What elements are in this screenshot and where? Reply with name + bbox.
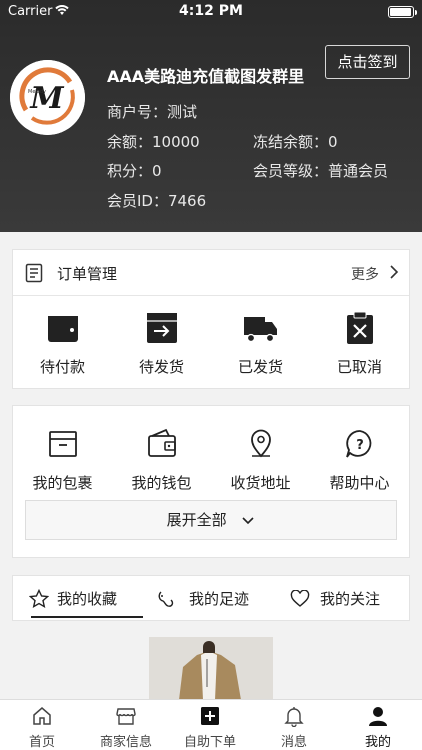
- bell-icon: [284, 707, 304, 728]
- more-link[interactable]: 更多: [351, 264, 379, 284]
- order-pending-shipment[interactable]: 待发货: [112, 310, 211, 377]
- home-icon: [33, 707, 51, 725]
- product-thumbnail[interactable]: [149, 637, 273, 700]
- member-id: 会员ID：7466: [107, 192, 207, 210]
- store-icon: [116, 708, 136, 725]
- orders-card: 订单管理 更多 待付款 待发货 已发货 已取消: [12, 249, 410, 389]
- order-label: 待付款: [39, 358, 85, 376]
- services-card: 我的包裹 我的钱包 收货地址 ? 帮助中心 展开全部: [12, 405, 410, 558]
- service-help-center[interactable]: ? 帮助中心: [310, 426, 409, 493]
- active-tab-indicator: [31, 616, 143, 618]
- tab-self-order[interactable]: 自助下单: [168, 700, 252, 750]
- order-cancelled[interactable]: 已取消: [310, 310, 409, 377]
- chevron-down-icon: [241, 502, 255, 540]
- help-icon: ?: [342, 426, 378, 462]
- battery-icon: [388, 6, 417, 18]
- box-arrow-icon: [144, 310, 180, 346]
- service-my-packages[interactable]: 我的包裹: [13, 426, 112, 493]
- frozen-balance: 冻结余额：0: [253, 133, 338, 151]
- merchant-number: 商户号：测试: [107, 103, 198, 121]
- svg-text:Melody: Melody: [28, 89, 46, 95]
- tab-my-footprints[interactable]: 我的足迹: [189, 588, 249, 609]
- tab-mine[interactable]: 我的: [336, 700, 420, 750]
- tab-label: 首页: [28, 735, 55, 750]
- service-label: 收货地址: [230, 474, 291, 492]
- tab-label: 消息: [280, 735, 307, 750]
- expand-all-label: 展开全部: [166, 511, 227, 529]
- svg-text:M: M: [29, 81, 64, 116]
- order-label: 已发货: [237, 358, 283, 376]
- cancelled-clipboard-icon: [342, 310, 378, 346]
- service-my-wallet[interactable]: 我的钱包: [112, 426, 211, 493]
- tab-home[interactable]: 首页: [0, 700, 84, 750]
- tab-label: 商家信息: [99, 735, 152, 750]
- order-list-icon: [25, 263, 43, 287]
- user-icon: [369, 707, 387, 726]
- orders-header[interactable]: 订单管理 更多: [13, 250, 409, 296]
- balance: 余额：10000: [107, 133, 200, 151]
- tab-label: 自助下单: [183, 735, 236, 750]
- service-label: 帮助中心: [329, 474, 390, 492]
- avatar[interactable]: M Melody: [10, 60, 85, 135]
- purse-icon: [144, 426, 180, 462]
- tab-my-favorites[interactable]: 我的收藏: [57, 588, 117, 609]
- order-label: 已取消: [336, 358, 382, 376]
- tab-label: 我的: [364, 735, 391, 750]
- tab-merchant-info[interactable]: 商家信息: [84, 700, 168, 750]
- shop-name: AAA美路迪充值截图发群里: [107, 67, 305, 86]
- order-label: 待发货: [138, 358, 184, 376]
- collections-tabs: 我的收藏 我的足迹 我的关注: [12, 575, 410, 621]
- service-label: 我的包裹: [32, 474, 93, 492]
- bottom-tab-bar: 首页 商家信息 自助下单 消息 我的: [0, 699, 422, 750]
- tab-messages[interactable]: 消息: [252, 700, 336, 750]
- tab-my-follows[interactable]: 我的关注: [320, 588, 380, 609]
- heart-icon: [290, 589, 310, 612]
- points: 积分：0: [107, 162, 162, 180]
- truck-icon: [243, 310, 279, 346]
- footprint-icon: [156, 589, 176, 613]
- orders-title: 订单管理: [57, 265, 118, 283]
- member-level: 会员等级：普通会员: [253, 162, 389, 180]
- clock: 4:12 PM: [179, 3, 243, 19]
- svg-text:?: ?: [356, 438, 364, 453]
- service-label: 我的钱包: [131, 474, 192, 492]
- plus-square-icon: [201, 707, 219, 725]
- package-icon: [45, 426, 81, 462]
- order-shipped[interactable]: 已发货: [211, 310, 310, 377]
- profile-header: Carrier 4:12 PM 点击签到 M Melody AAA美路迪充值截图…: [0, 0, 422, 232]
- checkin-button[interactable]: 点击签到: [325, 45, 410, 79]
- order-pending-payment[interactable]: 待付款: [13, 310, 112, 377]
- service-shipping-address[interactable]: 收货地址: [211, 426, 310, 493]
- expand-all-button[interactable]: 展开全部: [25, 500, 397, 540]
- star-icon: [28, 588, 50, 613]
- location-pin-icon: [243, 426, 279, 462]
- status-bar: Carrier 4:12 PM: [0, 0, 422, 24]
- chevron-right-icon: [389, 264, 399, 284]
- wallet-icon: [45, 310, 81, 346]
